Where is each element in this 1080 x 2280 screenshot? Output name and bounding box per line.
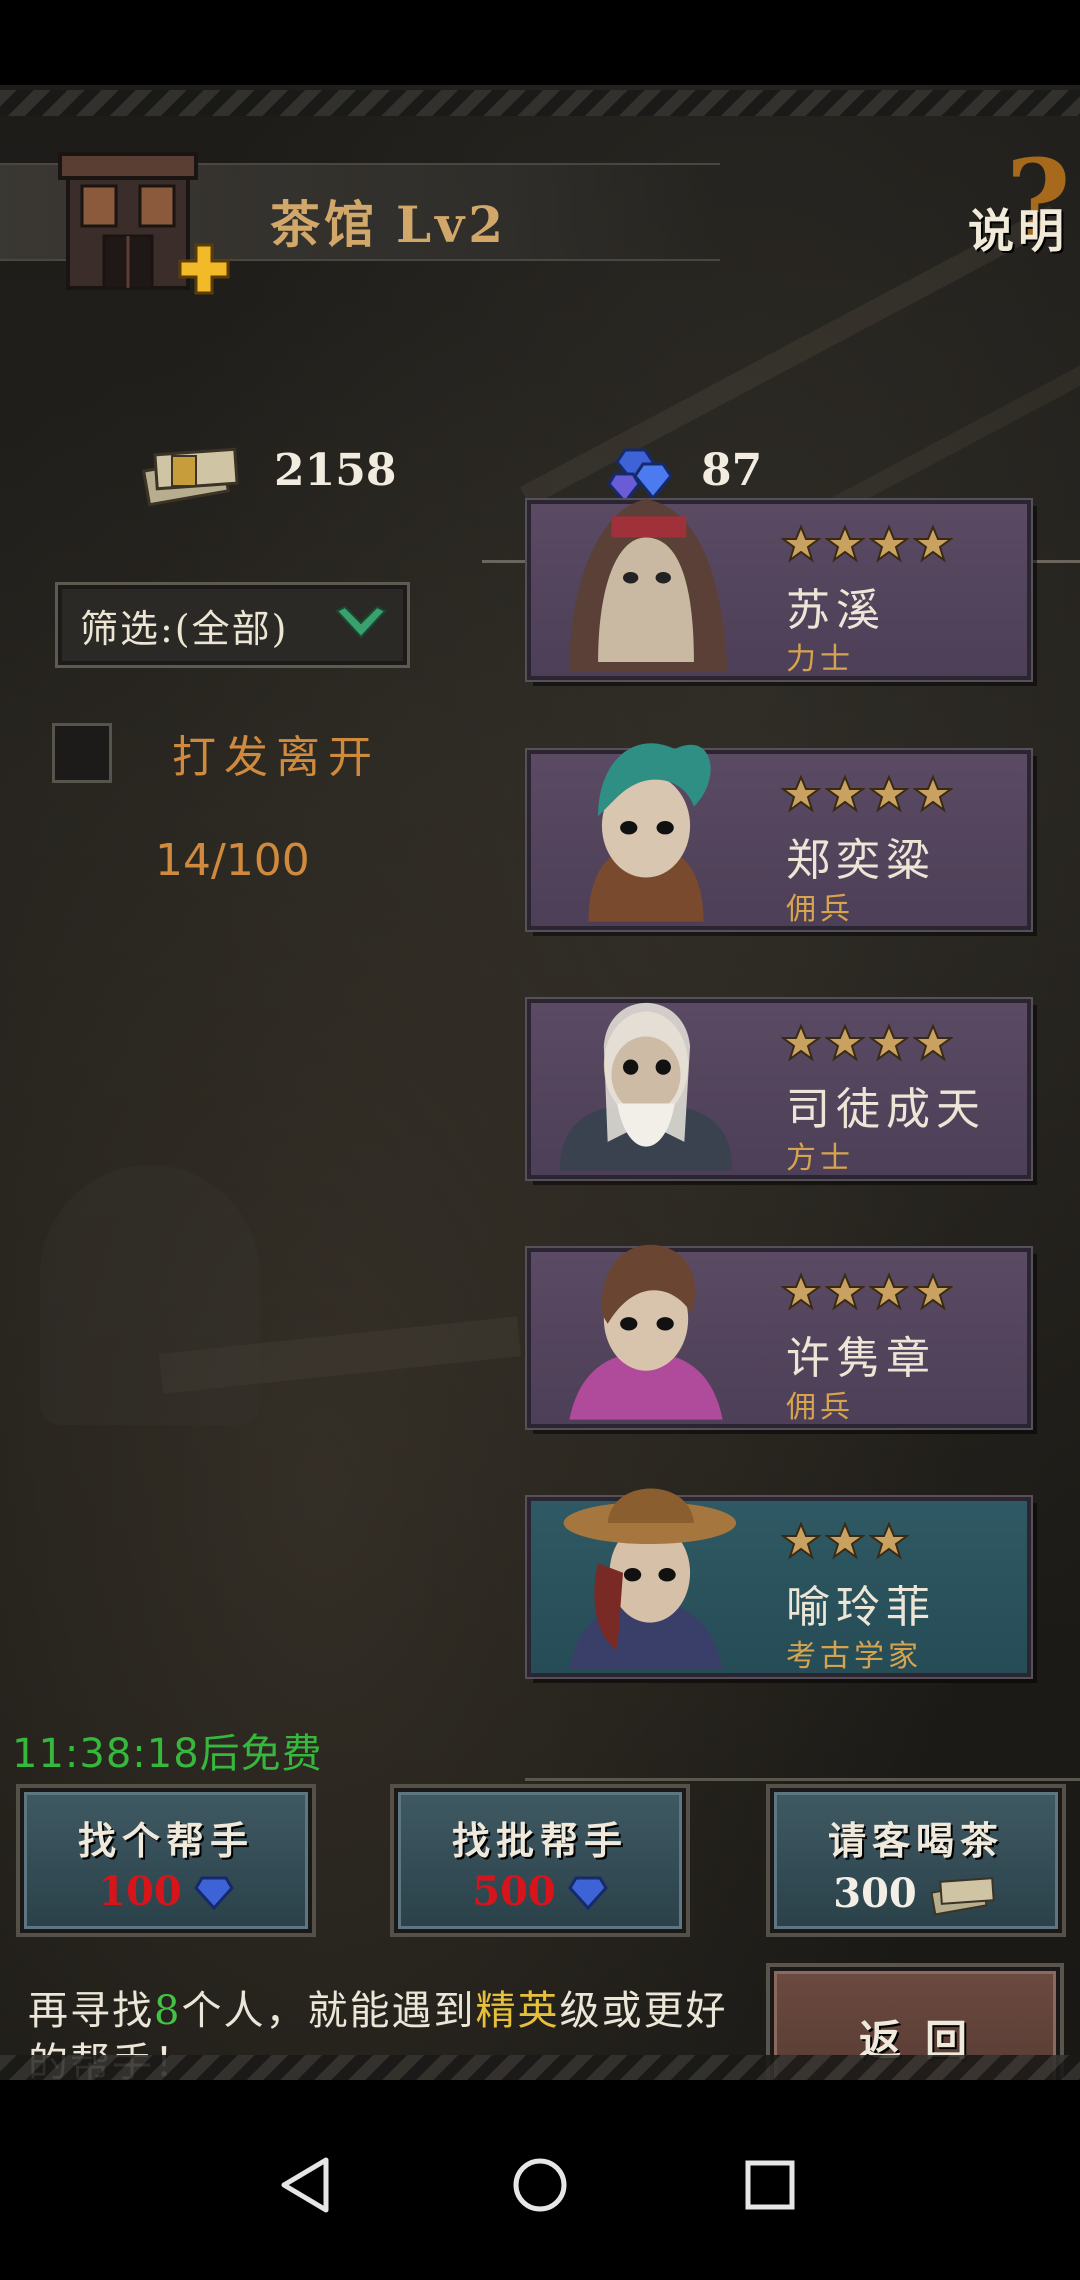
hero-stars bbox=[781, 1521, 909, 1561]
hero-card[interactable]: 司徒成天 方士 bbox=[527, 999, 1031, 1179]
recents-square-icon[interactable] bbox=[735, 2150, 805, 2220]
home-circle-icon[interactable] bbox=[505, 2150, 575, 2220]
dismiss-checkbox[interactable] bbox=[52, 723, 112, 783]
recruit-batch-button[interactable]: 找批帮手 500 bbox=[394, 1788, 686, 1933]
hero-card[interactable]: 郑奕粱 佣兵 bbox=[527, 743, 1031, 930]
hero-card[interactable]: 喻玲菲 考古学家 bbox=[527, 1488, 1031, 1677]
star-icon bbox=[781, 1023, 821, 1062]
star-icon bbox=[913, 524, 953, 563]
gem-icon bbox=[567, 1876, 608, 1910]
star-icon bbox=[781, 524, 821, 563]
star-icon bbox=[781, 1272, 821, 1311]
free-timer: 11:38:18后免费 bbox=[12, 1731, 323, 1777]
star-icon bbox=[869, 1521, 909, 1560]
cost-amount: 300 bbox=[833, 1869, 917, 1917]
divider bbox=[525, 1778, 1080, 1781]
dismiss-label: 打发离开 bbox=[172, 732, 380, 783]
money-icon bbox=[141, 447, 239, 507]
hero-card[interactable]: 许隽章 佣兵 bbox=[527, 1244, 1031, 1428]
star-icon bbox=[869, 1023, 909, 1062]
recruit-batch-cost: 500 bbox=[398, 1868, 682, 1915]
help-button[interactable]: ? 说明 bbox=[960, 145, 1080, 275]
star-icon bbox=[781, 774, 821, 813]
hat-woman-portrait bbox=[563, 1488, 737, 1669]
hero-class: 方士 bbox=[786, 1141, 854, 1176]
hero-card[interactable]: 苏溪 力士 bbox=[527, 499, 1031, 680]
hero-stars bbox=[781, 774, 953, 814]
hero-stars bbox=[781, 1023, 953, 1063]
hero-class: 佣兵 bbox=[786, 892, 854, 927]
game-screen: 茶馆 Lv2 ? 说明 2158 87 筛选:(全部) 打发离开 14/100 苏… bbox=[0, 85, 1080, 2080]
hero-class: 力士 bbox=[786, 642, 854, 677]
help-label: 说明 bbox=[968, 204, 1068, 258]
star-icon bbox=[913, 1023, 953, 1062]
star-icon bbox=[869, 524, 909, 563]
chevron-down-icon bbox=[335, 605, 387, 639]
money-amount: 2158 bbox=[274, 444, 397, 496]
star-icon bbox=[781, 1521, 821, 1560]
old-bearded-man-portrait bbox=[559, 1002, 733, 1171]
building-level: Lv2 bbox=[396, 195, 507, 254]
ponytail-woman-portrait bbox=[569, 1244, 723, 1420]
star-icon bbox=[913, 774, 953, 813]
star-icon bbox=[869, 1272, 909, 1311]
star-icon bbox=[825, 774, 865, 813]
bottom-border bbox=[0, 2055, 1080, 2080]
hint-part: 个人，就能遇到 bbox=[181, 1988, 476, 2034]
hero-name: 喻玲菲 bbox=[786, 1582, 936, 1633]
filter-dropdown[interactable]: 筛选:(全部) bbox=[55, 582, 410, 668]
filter-label: 筛选:(全部) bbox=[80, 606, 289, 651]
building-name: 茶馆 bbox=[270, 195, 378, 254]
treat-tea-cost: 300 bbox=[774, 1868, 1058, 1918]
hero-name: 司徒成天 bbox=[786, 1084, 986, 1135]
top-border bbox=[0, 90, 1080, 116]
roster-count: 14/100 bbox=[155, 835, 310, 886]
star-icon bbox=[825, 1521, 865, 1560]
gem-icon bbox=[193, 1876, 234, 1910]
hint-count: 8 bbox=[154, 1988, 182, 2034]
hint-part: 再寻找 bbox=[28, 1988, 154, 2034]
hero-stars bbox=[781, 1272, 953, 1312]
hero-name: 许隽章 bbox=[786, 1333, 936, 1384]
hero-name: 苏溪 bbox=[786, 585, 886, 636]
upgrade-plus-icon[interactable] bbox=[178, 243, 230, 295]
recruit-one-cost: 100 bbox=[24, 1868, 308, 1915]
money-icon bbox=[930, 1877, 995, 1916]
money-display: 2158 bbox=[138, 430, 396, 510]
star-icon bbox=[913, 1272, 953, 1311]
treat-tea-button[interactable]: 请客喝茶 300 bbox=[770, 1788, 1062, 1933]
scene-figure bbox=[40, 1165, 260, 1425]
hero-stars bbox=[781, 524, 953, 564]
star-icon bbox=[825, 1023, 865, 1062]
system-nav-bar bbox=[0, 2080, 1080, 2280]
star-icon bbox=[825, 1272, 865, 1311]
hero-class: 佣兵 bbox=[786, 1390, 854, 1425]
teahouse-building-icon bbox=[58, 152, 198, 290]
treat-tea-label: 请客喝茶 bbox=[827, 1818, 1004, 1863]
hint-tier: 精英 bbox=[475, 1988, 560, 2034]
green-haired-girl-portrait bbox=[588, 743, 711, 922]
star-icon bbox=[869, 774, 909, 813]
hero-class: 考古学家 bbox=[786, 1639, 922, 1674]
recruit-one-label: 找个帮手 bbox=[77, 1818, 254, 1863]
building-title: 茶馆 Lv2 bbox=[270, 185, 507, 257]
cost-amount: 100 bbox=[98, 1868, 182, 1915]
hero-name: 郑奕粱 bbox=[786, 835, 936, 886]
star-icon bbox=[825, 524, 865, 563]
cost-amount: 500 bbox=[472, 1868, 556, 1915]
back-triangle-icon[interactable] bbox=[270, 2150, 340, 2220]
hooded-man-portrait bbox=[569, 499, 728, 672]
recruit-one-button[interactable]: 找个帮手 100 bbox=[20, 1788, 312, 1933]
recruit-batch-label: 找批帮手 bbox=[451, 1818, 628, 1863]
